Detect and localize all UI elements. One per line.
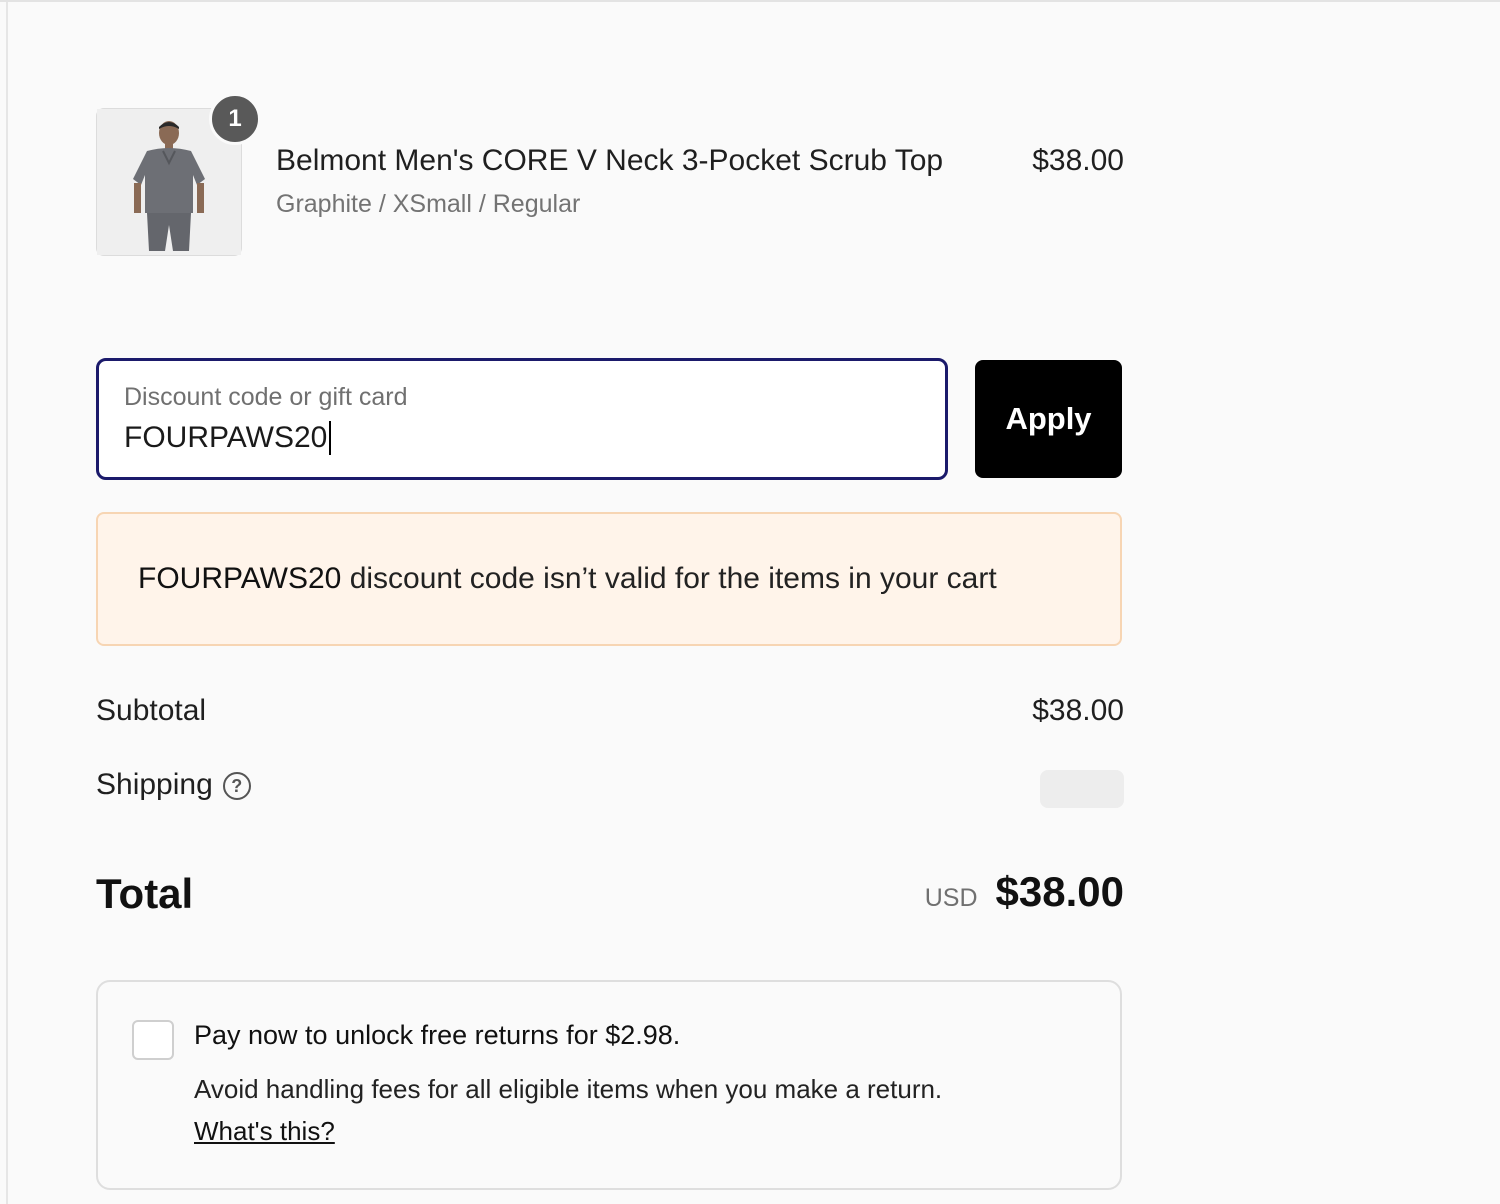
product-name: Belmont Men's CORE V Neck 3-Pocket Scrub… — [276, 144, 944, 177]
discount-code-field[interactable]: Discount code or gift card FOURPAWS20 — [96, 358, 948, 480]
shipping-label: Shipping — [96, 768, 213, 801]
free-returns-checkbox[interactable] — [132, 1020, 174, 1060]
free-returns-offer: Pay now to unlock free returns for $2.98… — [96, 980, 1122, 1190]
quantity-badge: 1 — [209, 93, 261, 145]
product-thumbnail: 1 — [96, 93, 261, 256]
discount-code-value: FOURPAWS20 — [124, 421, 328, 454]
whats-this-link[interactable]: What's this? — [194, 1116, 335, 1147]
discount-field-label: Discount code or gift card — [124, 383, 408, 411]
free-returns-title: Pay now to unlock free returns for $2.98… — [194, 1020, 681, 1050]
subtotal-label: Subtotal — [96, 694, 207, 727]
question-circle-icon[interactable]: ? — [222, 772, 251, 801]
product-variant: Graphite / XSmall / Regular — [276, 190, 581, 218]
apply-discount-button[interactable]: Apply — [975, 360, 1122, 478]
total-amount: $38.00 — [995, 868, 1124, 915]
total-label: Total — [96, 870, 194, 917]
subtotal-value: $38.00 — [1032, 694, 1124, 727]
free-returns-description: Avoid handling fees for all eligible ite… — [194, 1074, 943, 1104]
discount-error-banner: FOURPAWS20 discount code isn’t valid for… — [96, 512, 1122, 646]
product-price: $38.00 — [1032, 144, 1124, 177]
error-message: discount code isn’t valid for the items … — [341, 562, 997, 595]
panel-divider — [6, 2, 8, 1204]
text-caret — [329, 421, 332, 455]
checkout-summary-page: 1 Belmont Men's CORE V Neck 3-Pocket Scr… — [0, 0, 1500, 1204]
error-discount-code: FOURPAWS20 — [138, 562, 342, 595]
product-line-item: 1 Belmont Men's CORE V Neck 3-Pocket Scr… — [96, 93, 1124, 258]
discount-code-input[interactable]: FOURPAWS20 — [124, 421, 332, 455]
currency-code: USD — [924, 884, 978, 912]
shipping-row: Shipping? — [96, 768, 251, 802]
total-value-group: USD $38.00 — [925, 868, 1124, 916]
shipping-value-loading — [1040, 770, 1124, 808]
